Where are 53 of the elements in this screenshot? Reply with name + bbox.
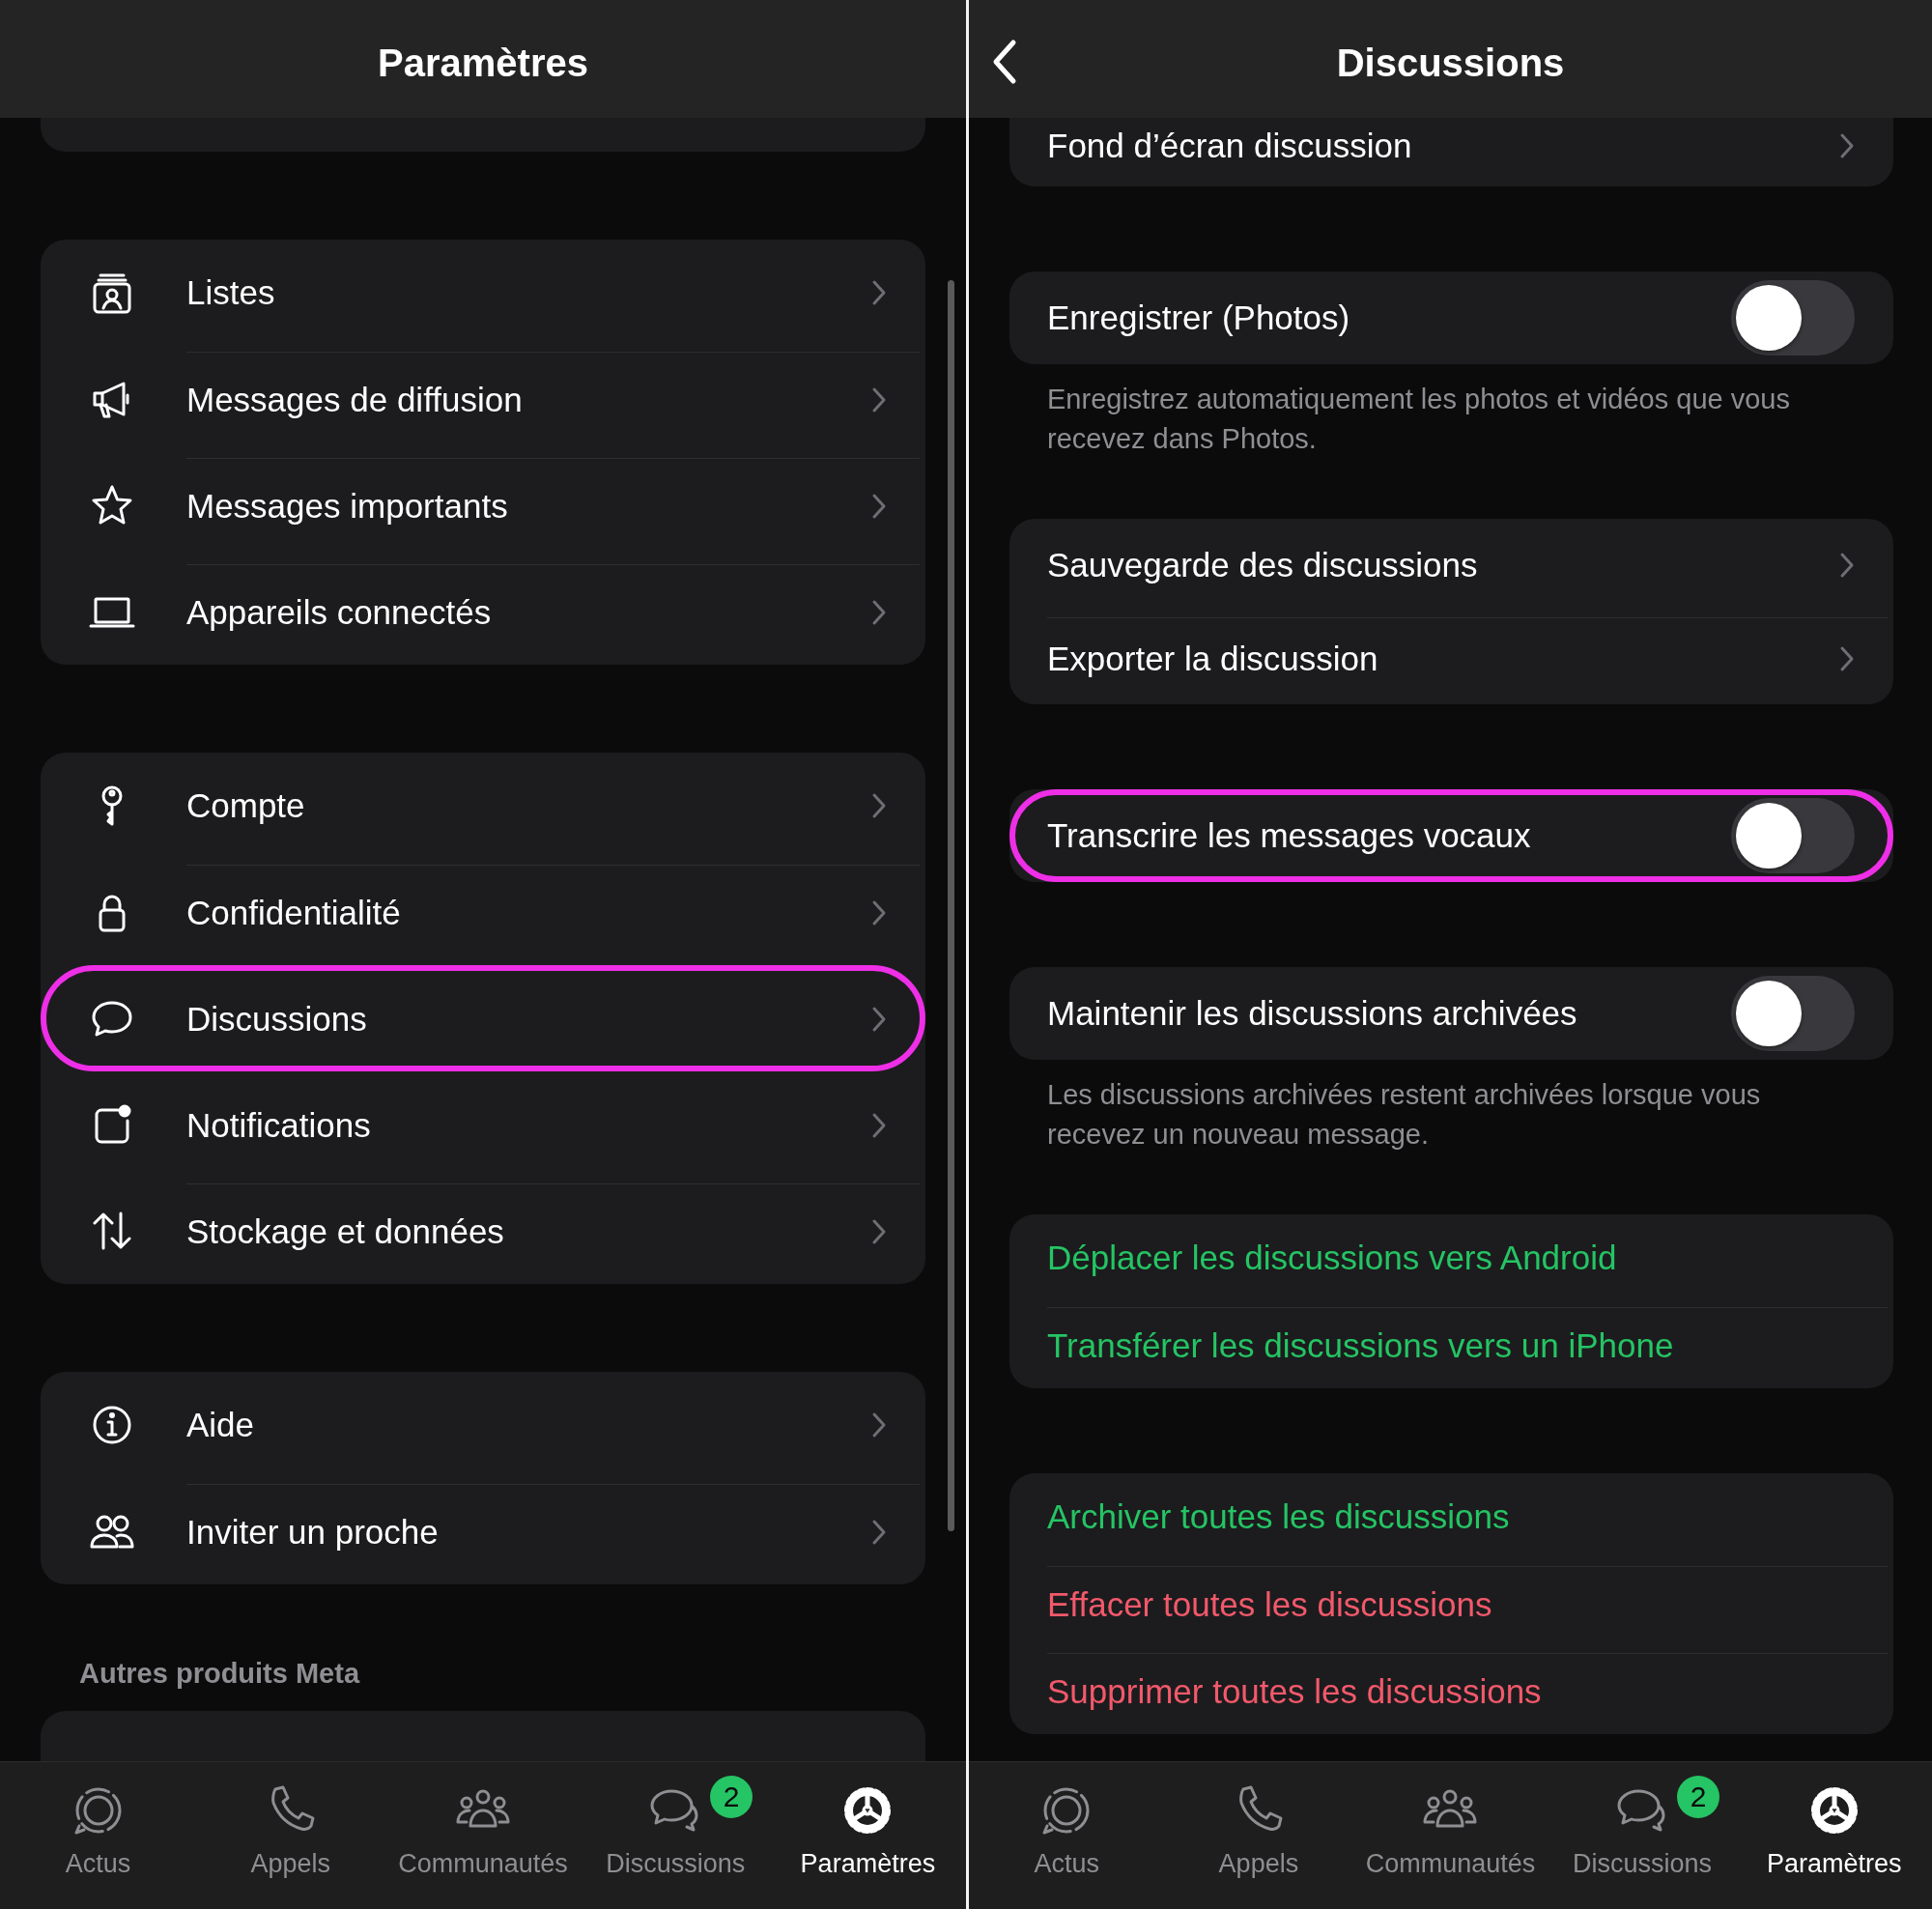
- settings-row[interactable]: Messages de diffusion: [41, 346, 925, 452]
- tab-item[interactable]: Communautés: [1354, 1762, 1547, 1909]
- action-link[interactable]: Effacer toutes les discussions: [1009, 1560, 1893, 1647]
- settings-row[interactable]: Notifications: [41, 1071, 925, 1178]
- settings-row[interactable]: Appareils connectés: [41, 558, 925, 665]
- unread-badge: 2: [710, 1776, 753, 1818]
- chevron-icon: [871, 385, 887, 413]
- setting-label: Enregistrer (Photos): [1047, 299, 1350, 337]
- tab-item[interactable]: Paramètres: [771, 1762, 964, 1909]
- chevron-icon: [871, 1005, 887, 1033]
- section-description: Enregistrez automatiquement les photos et vidéos que vous recevez dans Photos.: [1047, 383, 1791, 456]
- action-link[interactable]: Déplacer les discussions vers Android: [1009, 1214, 1893, 1301]
- settings-row[interactable]: Listes: [41, 240, 925, 346]
- chevron-icon: [1839, 131, 1855, 159]
- setting-label: Maintenir les discussions archivées: [1047, 994, 1577, 1033]
- section-description: Les discussions archivées restent archivées lorsque vous recevez un nouveau message.: [1047, 1078, 1762, 1152]
- action-link[interactable]: Archiver toutes les discussions: [1009, 1473, 1893, 1560]
- chevron-icon: [871, 598, 887, 626]
- settings-row[interactable]: Fond d’écran discussion: [1009, 118, 1893, 186]
- screen-title: Discussions: [1336, 41, 1565, 85]
- chevron-icon: [871, 1111, 887, 1139]
- tab-item[interactable]: Appels: [1162, 1762, 1355, 1909]
- screen-title: Paramètres: [378, 41, 588, 85]
- chevron-icon: [1839, 644, 1855, 672]
- action-link[interactable]: Transférer les discussions vers un iPhone: [1009, 1301, 1893, 1388]
- chevron-icon: [871, 1411, 887, 1439]
- tab-item[interactable]: 2 Discussions: [579, 1762, 772, 1909]
- section-title: Autres produits Meta: [79, 1658, 361, 1690]
- tab-item[interactable]: Communautés: [386, 1762, 580, 1909]
- chevron-icon: [871, 492, 887, 520]
- chevron-icon: [871, 792, 887, 819]
- settings-row[interactable]: Sauvegarde des discussions: [1009, 519, 1893, 612]
- settings-row[interactable]: Confidentialité: [41, 859, 925, 965]
- unread-badge: 2: [1677, 1776, 1720, 1818]
- tab-item[interactable]: 2 Discussions: [1546, 1762, 1739, 1909]
- tab-item[interactable]: Paramètres: [1738, 1762, 1930, 1909]
- settings-row[interactable]: Compte: [41, 753, 925, 859]
- tab-item[interactable]: Actus: [2, 1762, 195, 1909]
- settings-row[interactable]: Stockage et données: [41, 1178, 925, 1284]
- setting-label: Transcrire les messages vocaux: [1047, 816, 1531, 855]
- action-link[interactable]: Supprimer toutes les discussions: [1009, 1647, 1893, 1734]
- settings-row[interactable]: Aide: [41, 1372, 925, 1478]
- chevron-icon: [871, 1518, 887, 1546]
- chevron-icon: [871, 898, 887, 926]
- settings-row[interactable]: Discussions: [41, 965, 925, 1071]
- tab-item[interactable]: Actus: [971, 1762, 1163, 1909]
- chevron-icon: [1839, 552, 1855, 579]
- chevron-icon: [871, 279, 887, 306]
- settings-row[interactable]: Exporter la discussion: [1009, 612, 1893, 704]
- settings-row[interactable]: Inviter un proche: [41, 1478, 925, 1584]
- chevron-icon: [871, 1217, 887, 1245]
- settings-row[interactable]: Messages importants: [41, 452, 925, 558]
- tab-item[interactable]: Appels: [194, 1762, 387, 1909]
